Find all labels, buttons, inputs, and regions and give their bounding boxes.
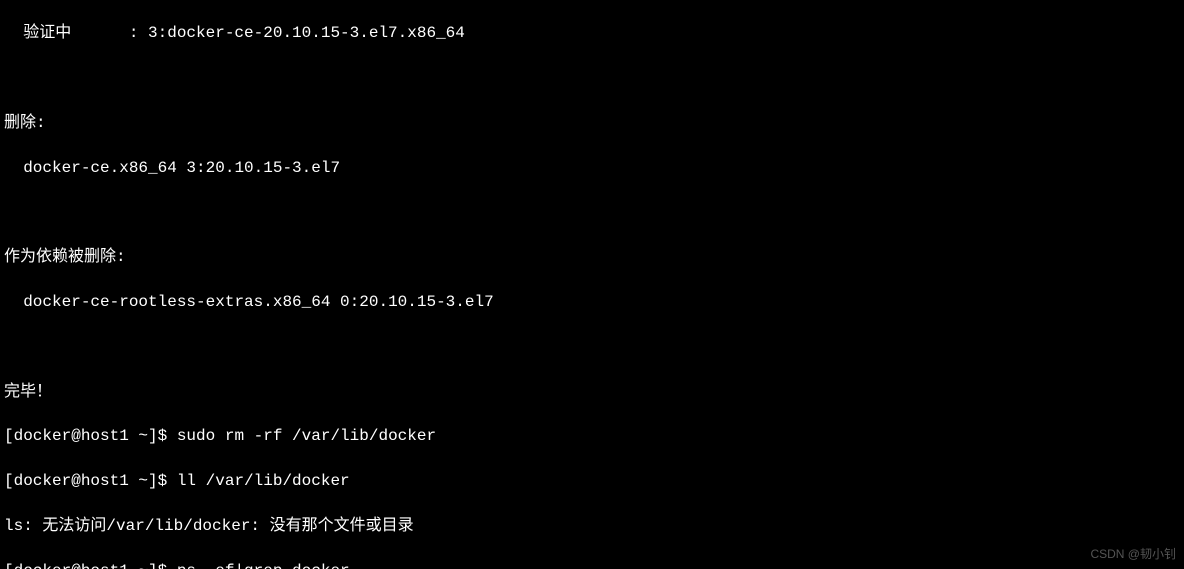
blank-line: [4, 336, 1180, 358]
output-line: 验证中 : 3:docker-ce-20.10.15-3.el7.x86_64: [4, 22, 1180, 44]
output-line: ls: 无法访问/var/lib/docker: 没有那个文件或目录: [4, 515, 1180, 537]
output-line: docker-ce.x86_64 3:20.10.15-3.el7: [4, 157, 1180, 179]
output-line: 作为依赖被删除:: [4, 246, 1180, 268]
prompt-line: [docker@host1 ~]$ ps -ef|grep docker: [4, 560, 1180, 569]
prompt: [docker@host1 ~]$: [4, 472, 177, 490]
blank-line: [4, 67, 1180, 89]
command-text: ll /var/lib/docker: [177, 472, 350, 490]
output-line: 完毕！: [4, 381, 1180, 403]
prompt: [docker@host1 ~]$: [4, 562, 177, 569]
command-text: sudo rm -rf /var/lib/docker: [177, 427, 436, 445]
output-line: 删除:: [4, 112, 1180, 134]
blank-line: [4, 202, 1180, 224]
prompt-line: [docker@host1 ~]$ sudo rm -rf /var/lib/d…: [4, 425, 1180, 447]
watermark-text: CSDN @韧小钊: [1090, 546, 1176, 563]
prompt: [docker@host1 ~]$: [4, 427, 177, 445]
command-text: ps -ef|grep docker: [177, 562, 350, 569]
output-line: docker-ce-rootless-extras.x86_64 0:20.10…: [4, 291, 1180, 313]
terminal-output[interactable]: 验证中 : 3:docker-ce-20.10.15-3.el7.x86_64 …: [0, 0, 1184, 569]
prompt-line: [docker@host1 ~]$ ll /var/lib/docker: [4, 470, 1180, 492]
